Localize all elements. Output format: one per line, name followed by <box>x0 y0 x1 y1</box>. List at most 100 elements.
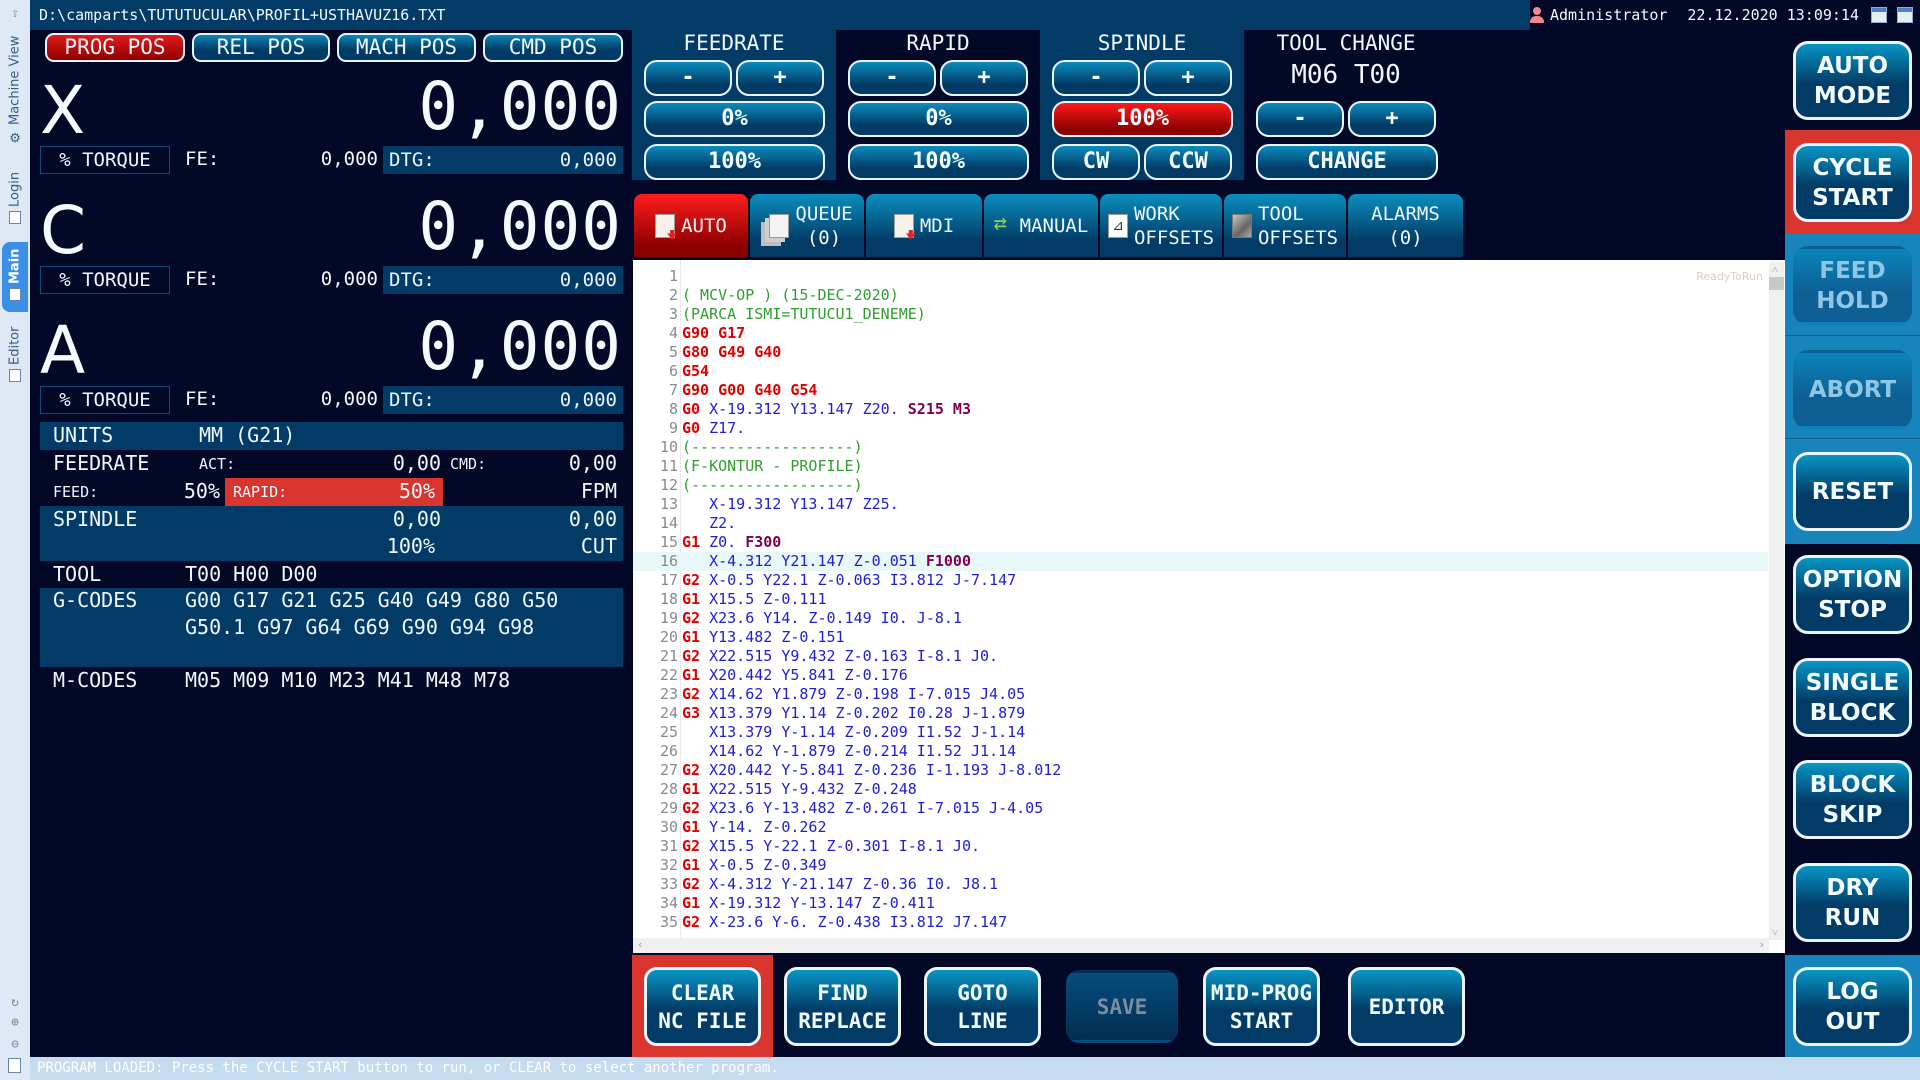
scroll-down-icon[interactable]: ˅ <box>1772 926 1778 939</box>
horizontal-scrollbar[interactable]: ‹ › <box>633 938 1769 953</box>
code-line[interactable]: 22 G1 X20.442 Y5.841 Z-0.176 <box>633 666 1768 685</box>
code-line[interactable]: 6 G54 <box>633 362 1768 381</box>
rapid-plus-button[interactable]: + <box>940 60 1028 96</box>
nc-code-editor[interactable]: 1 2( MCV-OP ) (15-DEC-2020) 3 (PARCA ISMI=T… <box>633 260 1785 953</box>
code-line[interactable]: 20 G1 Y13.482 Z-0.151 <box>633 628 1768 647</box>
mid-prog-start-button[interactable]: MID-PROG START <box>1203 967 1320 1046</box>
cycle-start-button[interactable]: CYCLE START <box>1793 143 1912 222</box>
refresh-icon[interactable]: ↻ <box>7 995 23 1011</box>
rapid-value-button[interactable]: 0% <box>848 101 1029 137</box>
code-line[interactable]: 33 G2 X-4.312 Y-21.147 Z-0.36 I0. J8.1 <box>633 875 1768 894</box>
side-tab-machine-view[interactable]: ⚙ Machine View <box>2 32 28 152</box>
abort-button[interactable]: ABORT <box>1793 350 1912 429</box>
goto-line-button[interactable]: GOTO LINE <box>924 967 1041 1046</box>
code-line[interactable]: 12 (------------------) <box>633 476 1768 495</box>
code-line[interactable]: 30 G1 Y-14. Z-0.262 <box>633 818 1768 837</box>
tool-change-button[interactable]: CHANGE <box>1256 144 1438 180</box>
spindle-cw-button[interactable]: CW <box>1052 144 1140 180</box>
dry-run-button[interactable]: DRY RUN <box>1793 863 1912 942</box>
code-line[interactable]: 35 G2 X-23.6 Y-6. Z-0.438 I3.812 J7.147 <box>633 913 1768 932</box>
upload-icon[interactable]: ⇧ <box>7 6 23 22</box>
rapid-reset-button[interactable]: 100% <box>848 144 1029 180</box>
code-line[interactable]: 31 G2 X15.5 Y-22.1 Z-0.301 I-8.1 J0. <box>633 837 1768 856</box>
block-skip-button[interactable]: BLOCK SKIP <box>1793 760 1912 839</box>
dock-window-icon[interactable] <box>1871 7 1887 23</box>
code-line[interactable]: 16 X-4.312 Y21.147 Z-0.051 F1000 <box>633 552 1768 571</box>
code-line[interactable]: 34 G1 X-19.312 Y-13.147 Z-0.411 <box>633 894 1768 913</box>
code-line[interactable]: 1 <box>633 267 1768 286</box>
scroll-up-icon[interactable]: ˄ <box>1772 263 1778 276</box>
code-line[interactable]: 28 G1 X22.515 Y-9.432 Z-0.248 <box>633 780 1768 799</box>
tab-auto[interactable]: AUTO <box>634 194 748 257</box>
scroll-left-icon[interactable]: ‹ <box>637 938 644 951</box>
tab-queue[interactable]: QUEUE (0) <box>750 194 864 257</box>
code-line[interactable]: 24 G3 X13.379 Y1.14 Z-0.202 I0.28 J-1.879 <box>633 704 1768 723</box>
zoom-in-icon[interactable]: ⊕ <box>7 1015 23 1031</box>
tab-work-offsets[interactable]: ⊿ WORK OFFSETS <box>1100 194 1222 257</box>
code-line[interactable]: 14 Z2. <box>633 514 1768 533</box>
torque-button[interactable]: % TORQUE <box>40 266 170 294</box>
feedrate-value-button[interactable]: 0% <box>644 101 825 137</box>
side-tab-main[interactable]: Main <box>2 242 28 312</box>
feedrate-reset-button[interactable]: 100% <box>644 144 825 180</box>
code-line[interactable]: 8 G0 X-19.312 Y13.147 Z20. S215 M3 <box>633 400 1768 419</box>
feedrate-plus-button[interactable]: + <box>736 60 824 96</box>
code-line[interactable]: 23 G2 X14.62 Y1.879 Z-0.198 I-7.015 J4.05 <box>633 685 1768 704</box>
code-line[interactable]: 2( MCV-OP ) (15-DEC-2020) <box>633 286 1768 305</box>
auto-mode-button[interactable]: AUTO MODE <box>1793 41 1912 120</box>
feedrate-minus-button[interactable]: - <box>644 60 732 96</box>
tool-minus-button[interactable]: - <box>1256 101 1344 137</box>
tab-alarms[interactable]: ALARMS (0) <box>1348 194 1463 257</box>
code-line[interactable]: 7 G90 G00 G40 G54 <box>633 381 1768 400</box>
code-line[interactable]: 5 G80 G49 G40 <box>633 343 1768 362</box>
code-line[interactable]: 29 G2 X23.6 Y-13.482 Z-0.261 I-7.015 J-4.… <box>633 799 1768 818</box>
fullscreen-icon[interactable] <box>1897 7 1913 23</box>
clear-nc-file-button[interactable]: CLEAR NC FILE <box>644 967 761 1046</box>
code-line[interactable]: 25 X13.379 Y-1.14 Z-0.209 I1.52 J-1.14 <box>633 723 1768 742</box>
window-icon[interactable] <box>8 1058 21 1073</box>
tab-tool-offsets[interactable]: TOOL OFFSETS <box>1224 194 1346 257</box>
save-button[interactable]: SAVE <box>1066 970 1178 1043</box>
code-line[interactable]: 4 G90 G17 <box>633 324 1768 343</box>
code-line[interactable]: 15 G1 Z0. F300 <box>633 533 1768 552</box>
code-line[interactable]: 18 G1 X15.5 Z-0.111 <box>633 590 1768 609</box>
scrollbar-thumb[interactable] <box>1769 277 1784 290</box>
code-line[interactable]: 19 G2 X23.6 Y14. Z-0.149 I0. J-8.1 <box>633 609 1768 628</box>
tab-manual[interactable]: MANUAL <box>984 194 1098 257</box>
tool-plus-button[interactable]: + <box>1348 101 1436 137</box>
cmd-pos-button[interactable]: CMD POS <box>483 33 623 62</box>
side-tab-editor[interactable]: Editor <box>2 322 28 392</box>
code-line[interactable]: 21 G2 X22.515 Y9.432 Z-0.163 I-8.1 J0. <box>633 647 1768 666</box>
code-line[interactable]: 26 X14.62 Y-1.879 Z-0.214 I1.52 J1.14 <box>633 742 1768 761</box>
feed-hold-button[interactable]: FEED HOLD <box>1793 246 1912 325</box>
single-block-button[interactable]: SINGLE BLOCK <box>1793 658 1912 737</box>
spindle-minus-button[interactable]: - <box>1052 60 1140 96</box>
code-line[interactable]: 11 (F-KONTUR - PROFILE) <box>633 457 1768 476</box>
code-line[interactable]: 3 (PARCA ISMI=TUTUCU1_DENEME) <box>633 305 1768 324</box>
code-line[interactable]: 32 G1 X-0.5 Z-0.349 <box>633 856 1768 875</box>
reset-button[interactable]: RESET <box>1793 452 1912 531</box>
mach-pos-button[interactable]: MACH POS <box>337 33 476 62</box>
side-tab-login[interactable]: Login <box>2 160 28 240</box>
log-out-button[interactable]: LOG OUT <box>1793 967 1912 1046</box>
spindle-value-button[interactable]: 100% <box>1052 101 1233 137</box>
spindle-plus-button[interactable]: + <box>1144 60 1232 96</box>
editor-button[interactable]: EDITOR <box>1348 967 1465 1046</box>
code-line[interactable]: 9 G0 Z17. <box>633 419 1768 438</box>
scroll-right-icon[interactable]: › <box>1758 938 1765 951</box>
rapid-minus-button[interactable]: - <box>848 60 936 96</box>
torque-button[interactable]: % TORQUE <box>40 386 170 414</box>
find-replace-button[interactable]: FIND REPLACE <box>784 967 901 1046</box>
torque-button[interactable]: % TORQUE <box>40 146 170 174</box>
spindle-ccw-button[interactable]: CCW <box>1144 144 1232 180</box>
prog-pos-button[interactable]: PROG POS <box>45 33 185 62</box>
code-line[interactable]: 13 X-19.312 Y13.147 Z25. <box>633 495 1768 514</box>
option-stop-button[interactable]: OPTION STOP <box>1793 555 1912 634</box>
rel-pos-button[interactable]: REL POS <box>192 33 330 62</box>
code-line[interactable]: 27 G2 X20.442 Y-5.841 Z-0.236 I-1.193 J-8… <box>633 761 1768 780</box>
tab-mdi[interactable]: MDI <box>866 194 982 257</box>
code-line[interactable]: 17 G2 X-0.5 Y22.1 Z-0.063 I3.812 J-7.147 <box>633 571 1768 590</box>
vertical-scrollbar[interactable]: ˄ ˅ <box>1769 262 1784 940</box>
zoom-out-icon[interactable]: ⊖ <box>7 1037 23 1053</box>
code-line[interactable]: 10 (------------------) <box>633 438 1768 457</box>
